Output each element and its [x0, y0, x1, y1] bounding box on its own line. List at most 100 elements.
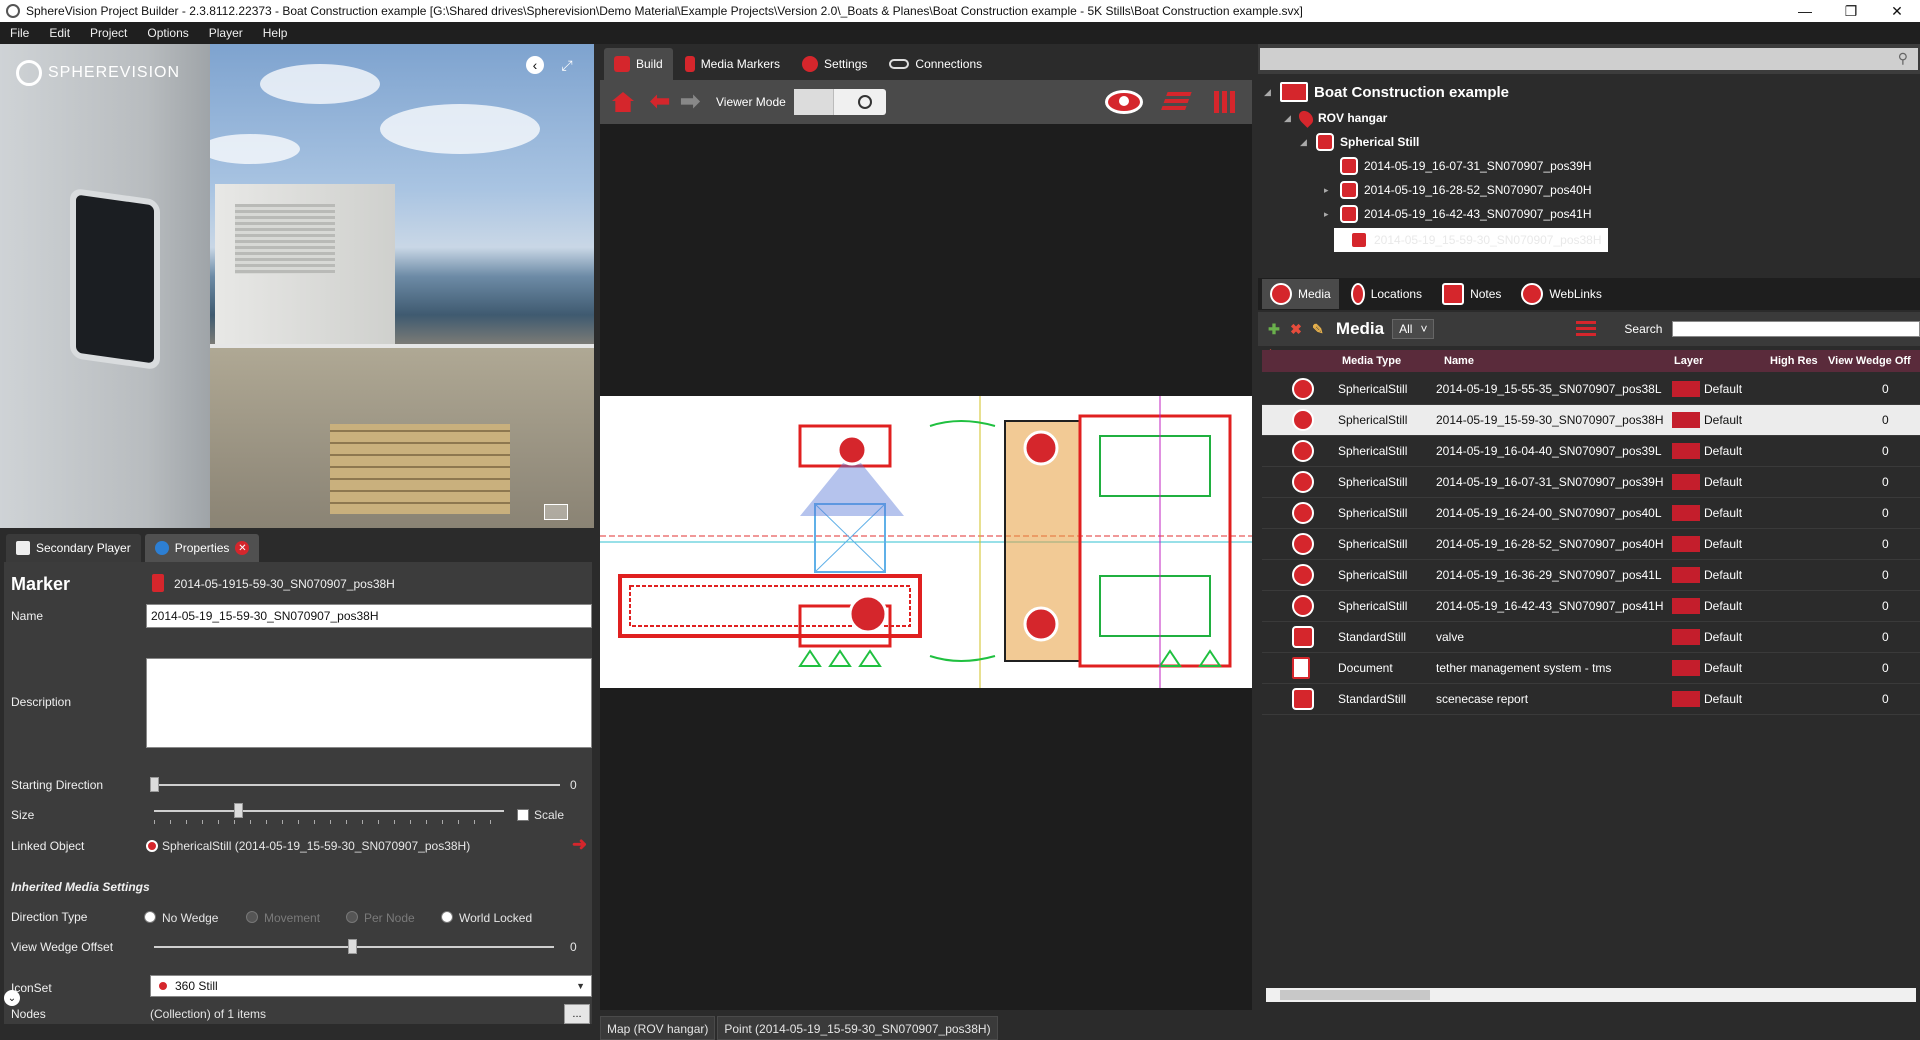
- notes-icon: [1442, 283, 1465, 305]
- tree-location[interactable]: ◢ ROV hangar: [1284, 108, 1387, 128]
- project-tree: ◢ Boat Construction example ◢ ROV hangar…: [1258, 78, 1920, 274]
- home-icon[interactable]: [612, 92, 634, 112]
- tab-weblinks[interactable]: WebLinks: [1513, 279, 1609, 309]
- go-to-linked-arrow-icon[interactable]: ➜: [572, 834, 587, 855]
- marker-id: 2014-05-1915-59-30_SN070907_pos38H: [174, 577, 395, 591]
- viewer-mode-toggle[interactable]: [794, 89, 886, 115]
- tab-properties-label: Properties: [174, 541, 230, 555]
- spherical-player-view[interactable]: SPHEREVISION ‹ ⤢: [0, 44, 594, 528]
- radio-per-node[interactable]: [346, 911, 358, 923]
- table-row[interactable]: SphericalStill 2014-05-19_16-36-29_SN0709…: [1262, 560, 1920, 591]
- table-row[interactable]: SphericalStill 2014-05-19_16-42-43_SN0709…: [1262, 591, 1920, 622]
- fullscreen-icon[interactable]: ⤢: [556, 54, 578, 76]
- tab-media[interactable]: Media: [1262, 279, 1339, 309]
- menu-project[interactable]: Project: [80, 26, 137, 40]
- tree-root[interactable]: ◢ Boat Construction example: [1264, 78, 1509, 106]
- starting-direction-track[interactable]: [154, 784, 560, 786]
- tree-search-input[interactable]: [1260, 48, 1918, 70]
- layers-icon[interactable]: [1576, 321, 1597, 337]
- radio-movement[interactable]: [246, 911, 258, 923]
- column-media-type[interactable]: Media Type: [1342, 355, 1401, 367]
- iconset-select[interactable]: 360 Still ▼: [150, 975, 592, 997]
- columns-icon[interactable]: [1214, 91, 1236, 113]
- starting-direction-slider[interactable]: [150, 777, 159, 792]
- collapse-arrow-icon[interactable]: ◢: [1300, 137, 1310, 148]
- player-back-icon[interactable]: ‹: [526, 56, 544, 74]
- cell-layer: Default: [1704, 382, 1743, 396]
- grid-header: Media Type Name Layer High Res View Wedg…: [1262, 350, 1920, 372]
- size-slider[interactable]: [234, 803, 243, 818]
- column-high-res[interactable]: High Res: [1770, 355, 1818, 367]
- tree-location-label: ROV hangar: [1318, 111, 1388, 125]
- collapse-icon[interactable]: ⌄: [4, 990, 20, 1006]
- tree-search: ⚲: [1258, 44, 1920, 74]
- tab-notes[interactable]: Notes: [1434, 279, 1509, 309]
- menu-player[interactable]: Player: [199, 26, 253, 40]
- table-row[interactable]: SphericalStill 2014-05-19_16-28-52_SN0709…: [1262, 529, 1920, 560]
- menu-edit[interactable]: Edit: [39, 26, 80, 40]
- table-row[interactable]: SphericalStill 2014-05-19_15-55-35_SN0709…: [1262, 374, 1920, 405]
- edit-icon[interactable]: ✎: [1308, 319, 1328, 339]
- close-tab-icon[interactable]: ✕: [235, 541, 250, 555]
- tab-properties[interactable]: Properties ✕: [144, 534, 260, 562]
- description-field[interactable]: [146, 658, 592, 748]
- deck-plan-image[interactable]: [600, 396, 1252, 688]
- horizontal-scrollbar[interactable]: [1266, 988, 1916, 1002]
- name-field[interactable]: 2014-05-19_15-59-30_SN070907_pos38H: [146, 604, 592, 628]
- image-icon[interactable]: [544, 504, 568, 520]
- minimize-button[interactable]: —: [1782, 0, 1828, 22]
- search-icon[interactable]: ⚲: [1898, 50, 1908, 67]
- scale-checkbox[interactable]: [517, 809, 529, 821]
- restore-button[interactable]: ❐: [1828, 0, 1874, 22]
- layers-icon[interactable]: [1160, 92, 1192, 112]
- size-track[interactable]: [154, 810, 504, 812]
- close-button[interactable]: ✕: [1874, 0, 1920, 22]
- collapse-arrow-icon[interactable]: ◢: [1284, 113, 1294, 124]
- column-view-wedge-offset[interactable]: View Wedge Off: [1828, 355, 1920, 367]
- column-name[interactable]: Name: [1444, 355, 1474, 367]
- table-row[interactable]: SphericalStill 2014-05-19_16-24-00_SN0709…: [1262, 498, 1920, 529]
- tree-item[interactable]: 2014-05-19_16-07-31_SN070907_pos39H: [1324, 156, 1592, 176]
- tab-build[interactable]: Build: [604, 48, 673, 80]
- table-row[interactable]: SphericalStill 2014-05-19_16-07-31_SN0709…: [1262, 467, 1920, 498]
- tree-group[interactable]: ◢ Spherical Still: [1300, 132, 1419, 152]
- forward-arrow-icon[interactable]: ➡: [680, 90, 700, 114]
- tab-media-markers[interactable]: Media Markers: [674, 48, 791, 80]
- radio-no-wedge[interactable]: [144, 911, 156, 923]
- add-media-icon[interactable]: ✚: [1264, 319, 1284, 339]
- deck-railing: [200, 344, 594, 348]
- delete-media-icon[interactable]: ✖: [1286, 319, 1306, 339]
- tab-locations[interactable]: Locations: [1343, 279, 1430, 309]
- menu-help[interactable]: Help: [253, 26, 298, 40]
- expand-arrow-icon[interactable]: ▸: [1324, 209, 1334, 220]
- view-wedge-offset-slider[interactable]: [348, 939, 357, 954]
- menu-file[interactable]: File: [0, 26, 39, 40]
- collapse-arrow-icon[interactable]: ◢: [1264, 87, 1274, 98]
- eye-icon[interactable]: [1105, 90, 1143, 114]
- tree-item[interactable]: ▸ 2014-05-19_16-28-52_SN070907_pos40H: [1324, 180, 1592, 200]
- tree-item[interactable]: ▸ 2014-05-19_16-42-43_SN070907_pos41H: [1324, 204, 1592, 224]
- table-row[interactable]: SphericalStill 2014-05-19_15-59-30_SN0709…: [1262, 405, 1920, 436]
- table-row[interactable]: StandardStill scenecase report Default 0: [1262, 684, 1920, 715]
- table-row[interactable]: StandardStill valve Default 0: [1262, 622, 1920, 653]
- map-canvas[interactable]: [600, 124, 1252, 1010]
- table-row[interactable]: SphericalStill 2014-05-19_16-04-40_SN0709…: [1262, 436, 1920, 467]
- back-arrow-icon[interactable]: ⬅: [650, 90, 670, 114]
- nodes-edit-button[interactable]: ...: [564, 1004, 590, 1024]
- expand-arrow-icon[interactable]: ▸: [1324, 185, 1334, 196]
- logo-ring-icon: [16, 60, 42, 86]
- radio-world-locked[interactable]: [441, 911, 453, 923]
- tab-settings[interactable]: Settings: [792, 48, 878, 80]
- layer-color-swatch: [1672, 660, 1700, 676]
- media-filter-select[interactable]: All ˅: [1392, 319, 1435, 339]
- cell-view-wedge-offset: 0: [1882, 630, 1889, 644]
- tab-connections[interactable]: Connections: [879, 48, 993, 80]
- media-search-input[interactable]: [1672, 321, 1920, 337]
- cell-view-wedge-offset: 0: [1882, 537, 1889, 551]
- table-row[interactable]: Document tether management system - tms De…: [1262, 653, 1920, 684]
- menu-options[interactable]: Options: [137, 26, 198, 40]
- column-layer[interactable]: Layer: [1674, 355, 1703, 367]
- tree-item-selected[interactable]: 2014-05-19_15-59-30_SN070907_pos38H: [1334, 228, 1608, 252]
- tab-secondary-player[interactable]: Secondary Player: [6, 534, 141, 562]
- scroll-thumb[interactable]: [1280, 990, 1430, 1000]
